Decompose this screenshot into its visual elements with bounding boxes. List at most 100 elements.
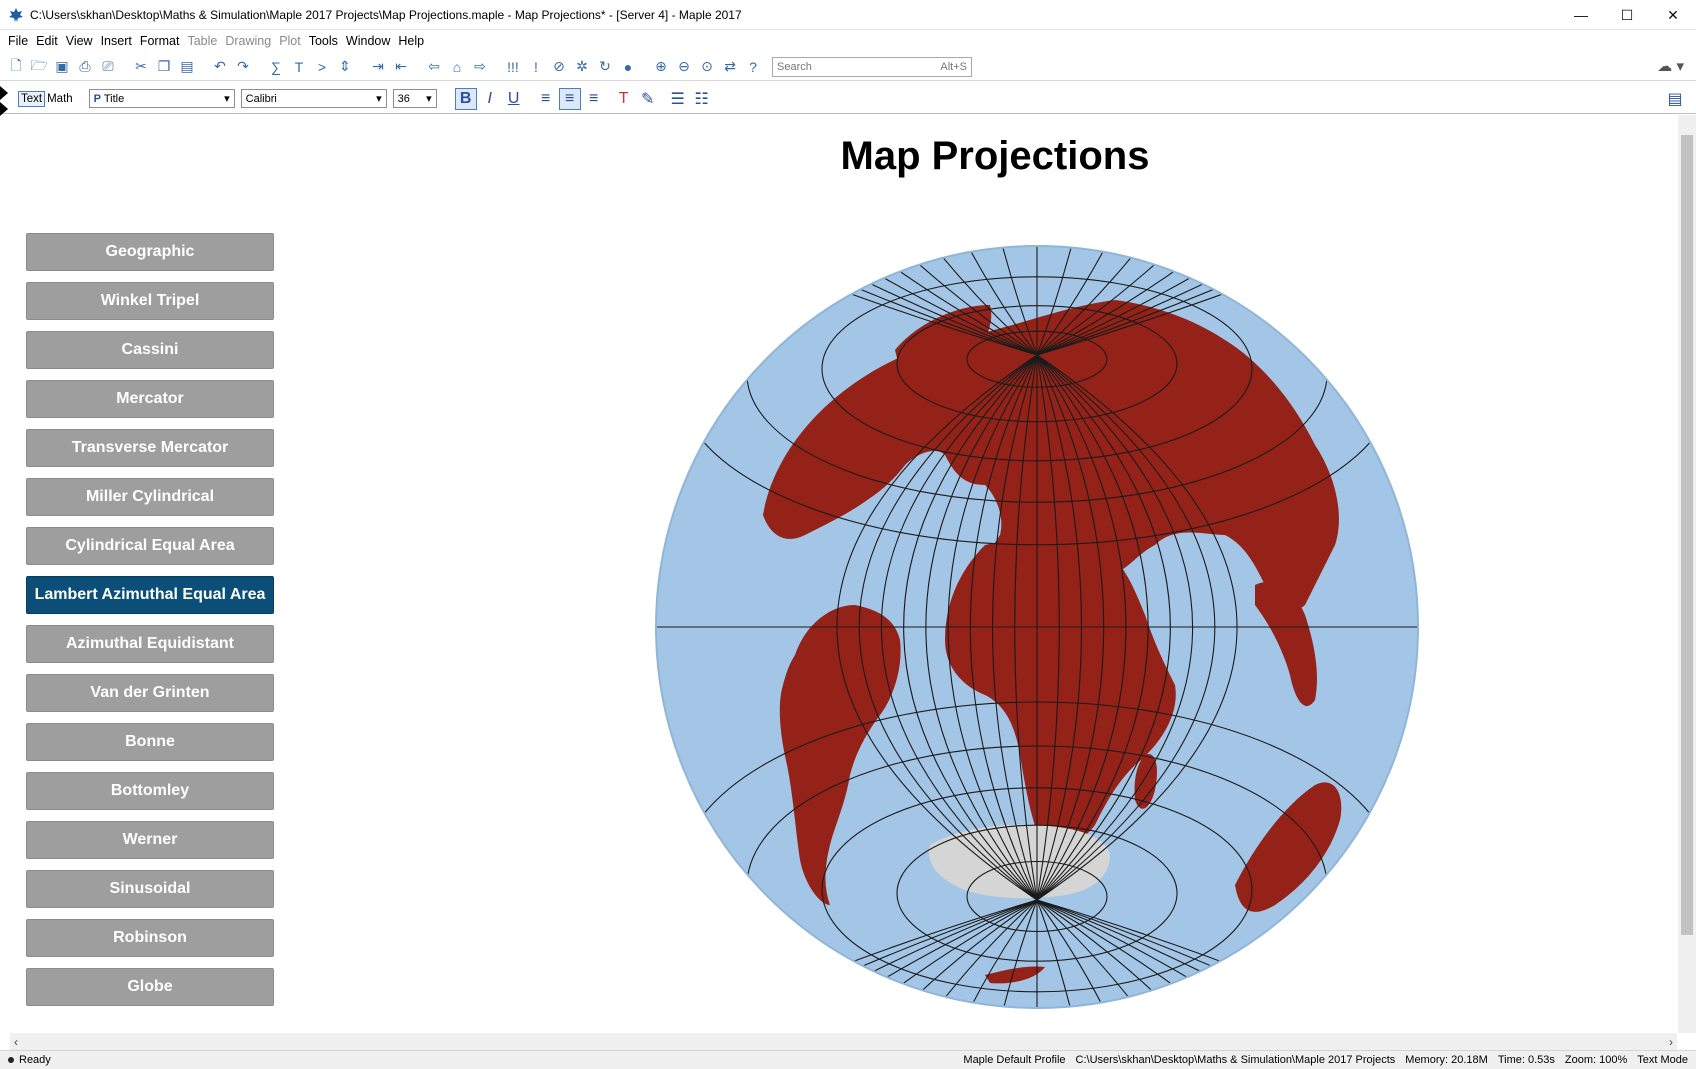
- maximize-button[interactable]: ☐: [1604, 0, 1650, 30]
- window-controls: — ☐ ✕: [1558, 0, 1696, 30]
- page-title: Map Projections: [840, 134, 1150, 178]
- section-icon[interactable]: ⇕: [335, 57, 355, 77]
- projection-button[interactable]: Robinson: [26, 919, 274, 957]
- status-zoom: Zoom: 100%: [1564, 1054, 1628, 1066]
- projection-button[interactable]: Azimuthal Equidistant: [26, 625, 274, 663]
- font-color-icon[interactable]: T: [613, 88, 635, 110]
- menu-format[interactable]: Format: [136, 34, 184, 48]
- open-folder-icon[interactable]: 🗁: [29, 57, 49, 77]
- redo-icon[interactable]: ↷: [233, 57, 253, 77]
- bold-icon[interactable]: B: [454, 87, 477, 110]
- menu-bar: File Edit View Insert Format Table Drawi…: [0, 30, 1696, 52]
- search-shortcut: Alt+S: [940, 60, 967, 73]
- projection-button[interactable]: Cylindrical Equal Area: [26, 527, 274, 565]
- numbered-list-icon[interactable]: ☷: [691, 88, 713, 110]
- forward-icon[interactable]: ⇨: [470, 57, 490, 77]
- menu-tools[interactable]: Tools: [305, 34, 342, 48]
- font-select[interactable]: Calibri ▾: [240, 89, 387, 108]
- menu-edit[interactable]: Edit: [32, 34, 62, 48]
- status-path: C:\Users\skhan\Desktop\Maths & Simulatio…: [1075, 1054, 1396, 1066]
- chevron-down-icon: ▾: [376, 93, 382, 105]
- scroll-right-icon[interactable]: ›: [1669, 1035, 1673, 1049]
- print-preview-icon[interactable]: ⎚: [98, 57, 118, 77]
- math-mode-toggle[interactable]: Math: [45, 92, 75, 106]
- zoom-out-icon[interactable]: ⊖: [674, 57, 694, 77]
- copy-icon[interactable]: ❐: [154, 57, 174, 77]
- chevron-down-icon: ▾: [224, 93, 230, 105]
- outdent-icon[interactable]: ⇤: [391, 57, 411, 77]
- palette-toggle-icon[interactable]: ▤: [1664, 88, 1686, 110]
- paste-icon[interactable]: ▤: [177, 57, 197, 77]
- paragraph-style-icon: P: [93, 92, 102, 105]
- align-right-icon[interactable]: ≡: [583, 88, 605, 110]
- projection-button[interactable]: Winkel Tripel: [26, 282, 274, 320]
- restart-icon[interactable]: ↻: [595, 57, 615, 77]
- insert-math-icon[interactable]: ∑: [266, 57, 286, 77]
- menu-table[interactable]: Table: [183, 34, 221, 48]
- print-icon[interactable]: ⎙: [75, 57, 95, 77]
- cloud-icon[interactable]: ☁ ▾: [1657, 57, 1684, 75]
- save-icon[interactable]: ▣: [52, 57, 72, 77]
- menu-help[interactable]: Help: [394, 34, 428, 48]
- status-bar: Ready Maple Default Profile C:\Users\skh…: [0, 1050, 1696, 1069]
- underline-icon[interactable]: U: [503, 88, 525, 110]
- text-mode-toggle[interactable]: Text: [18, 90, 46, 107]
- vertical-scrollbar[interactable]: [1678, 115, 1696, 1033]
- horizontal-scrollbar[interactable]: ‹ ›: [10, 1033, 1677, 1050]
- status-memory: Memory: 20.18M: [1405, 1054, 1488, 1066]
- projection-button[interactable]: Transverse Mercator: [26, 429, 274, 467]
- swap-icon[interactable]: ⇄: [720, 57, 740, 77]
- vertical-scroll-thumb[interactable]: [1681, 135, 1693, 935]
- menu-view[interactable]: View: [62, 34, 97, 48]
- search-placeholder: Search: [777, 60, 812, 73]
- bullet-list-icon[interactable]: ☰: [667, 88, 689, 110]
- new-document-icon[interactable]: 🗋: [6, 57, 26, 77]
- projection-button[interactable]: Lambert Azimuthal Equal Area: [26, 576, 274, 614]
- insert-text-icon[interactable]: T: [289, 57, 309, 77]
- execute-icon[interactable]: !: [526, 57, 546, 77]
- indent-icon[interactable]: ⇥: [368, 57, 388, 77]
- projection-button[interactable]: Sinusoidal: [26, 870, 274, 908]
- menu-window[interactable]: Window: [342, 34, 394, 48]
- font-size-select[interactable]: 36 ▾: [392, 89, 437, 108]
- stop-icon[interactable]: ⊘: [549, 57, 569, 77]
- projection-button[interactable]: Geographic: [26, 233, 274, 271]
- home-icon[interactable]: ⌂: [447, 57, 467, 77]
- execute-all-icon[interactable]: !!!: [503, 57, 523, 77]
- projection-button[interactable]: Bottomley: [26, 772, 274, 810]
- scroll-left-icon[interactable]: ‹: [14, 1035, 18, 1049]
- highlight-icon[interactable]: ✎: [637, 88, 659, 110]
- menu-insert[interactable]: Insert: [97, 34, 136, 48]
- status-profile: Maple Default Profile: [963, 1054, 1066, 1066]
- toggle-icon[interactable]: ●: [618, 57, 638, 77]
- align-left-icon[interactable]: ≡: [535, 88, 557, 110]
- window-title: C:\Users\skhan\Desktop\Maths & Simulatio…: [30, 7, 742, 22]
- projection-button[interactable]: Bonne: [26, 723, 274, 761]
- debug-icon[interactable]: ✲: [572, 57, 592, 77]
- projection-button[interactable]: Mercator: [26, 380, 274, 418]
- projection-button[interactable]: Cassini: [26, 331, 274, 369]
- close-button[interactable]: ✕: [1650, 0, 1696, 30]
- align-center-icon[interactable]: ≡: [558, 87, 581, 110]
- search-input[interactable]: Search Alt+S: [772, 56, 972, 77]
- menu-file[interactable]: File: [4, 34, 32, 48]
- menu-plot[interactable]: Plot: [275, 34, 305, 48]
- projection-button[interactable]: Miller Cylindrical: [26, 478, 274, 516]
- projection-button-list: Geographic Winkel Tripel Cassini Mercator Tr…: [26, 233, 274, 1017]
- chevron-down-icon: ▾: [426, 93, 432, 105]
- back-icon[interactable]: ⇦: [424, 57, 444, 77]
- zoom-in-icon[interactable]: ⊕: [651, 57, 671, 77]
- undo-icon[interactable]: ↶: [210, 57, 230, 77]
- execution-group-icon[interactable]: >: [312, 57, 332, 77]
- minimize-button[interactable]: —: [1558, 0, 1604, 30]
- zoom-reset-icon[interactable]: ⊙: [697, 57, 717, 77]
- menu-drawing[interactable]: Drawing: [221, 34, 275, 48]
- italic-icon[interactable]: I: [479, 88, 501, 110]
- cut-icon[interactable]: ✂: [131, 57, 151, 77]
- projection-button[interactable]: Globe: [26, 968, 274, 1006]
- status-time: Time: 0.53s: [1497, 1054, 1555, 1066]
- projection-button[interactable]: Werner: [26, 821, 274, 859]
- style-select[interactable]: P Title ▾: [88, 89, 235, 108]
- help-icon[interactable]: ?: [743, 57, 763, 77]
- projection-button[interactable]: Van der Grinten: [26, 674, 274, 712]
